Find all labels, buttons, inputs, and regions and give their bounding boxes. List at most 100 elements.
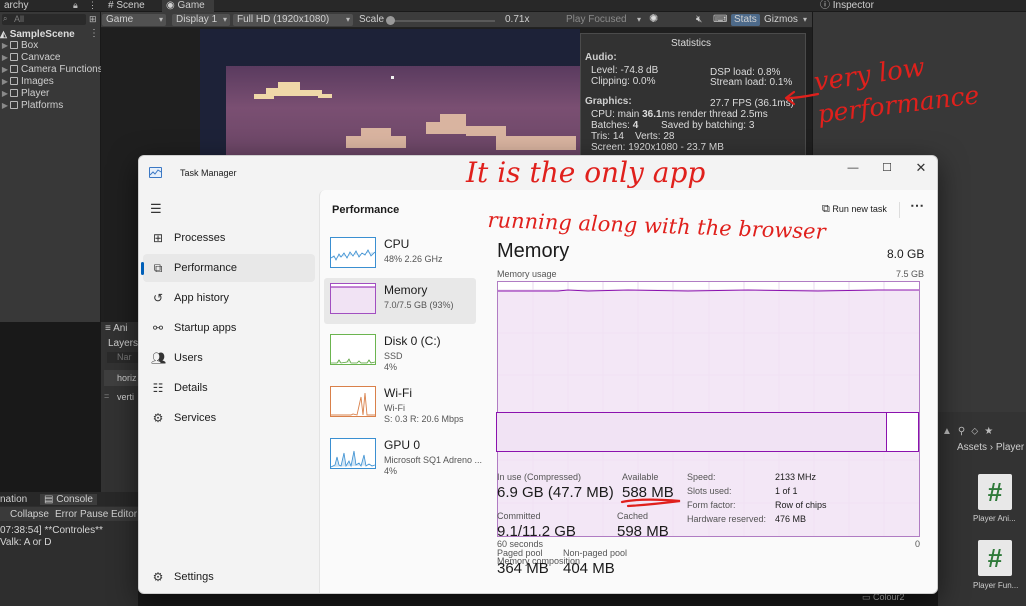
hierarchy-item[interactable]: ▶ Box [0, 40, 38, 52]
spec-key: Speed: [687, 472, 716, 482]
page-title: Performance [332, 204, 400, 216]
expand-arrow-icon[interactable]: ▶ [0, 88, 10, 100]
run-new-task-label: Run new task [832, 204, 887, 214]
gameobject-cube-icon [10, 41, 18, 49]
scene-row[interactable]: ◭ SampleScene [0, 28, 75, 40]
scene-menu-icon[interactable]: ⋮ [89, 28, 99, 39]
display-dropdown[interactable]: Display 1 [172, 14, 230, 26]
screen-readout: Screen: 1920x1080 - 23.7 MB [591, 142, 724, 153]
resource-detail: SSD [384, 351, 403, 361]
cached-label: Cached [617, 511, 649, 521]
memory-sparkline [330, 283, 376, 314]
hierarchy-create-icon[interactable]: ⊞ [89, 14, 97, 25]
expand-arrow-icon[interactable]: ▶ [0, 64, 10, 76]
scene-tab[interactable]: # Scene [104, 0, 145, 12]
project-toolbar-icons[interactable]: ▲⚲⬦★ [942, 426, 999, 437]
hierarchy-item[interactable]: ▶ Player [0, 88, 49, 100]
scale-slider[interactable] [389, 20, 495, 22]
memory-total: 8.0 GB [887, 247, 925, 261]
nav-processes[interactable]: ⊞ Processes [143, 224, 315, 252]
editor-dropdown[interactable]: Editor [111, 509, 137, 520]
resource-disk[interactable]: Disk 0 (C:) SSD 4% [324, 329, 476, 375]
console-log-line[interactable]: Valk: A or D [0, 537, 52, 548]
resolution-dropdown[interactable]: Full HD (1920x1080) [233, 14, 353, 26]
spec-key: Form factor: [687, 500, 736, 510]
nav-services[interactable]: ⚙ Services [143, 404, 315, 432]
nav-startup-apps[interactable]: ⚯ Startup apps [143, 314, 315, 342]
scene-name: SampleScene [9, 29, 75, 40]
project-breadcrumb[interactable]: Assets › Player [957, 442, 1024, 453]
search-icon: ⌕ [3, 14, 8, 23]
collapse-button[interactable]: Collapse [10, 509, 49, 520]
play-focused-dropdown[interactable]: Play Focused [562, 14, 644, 26]
animator-tab[interactable]: ≡ Ani [105, 323, 128, 334]
shortcuts-icon[interactable]: ⌨ [713, 14, 727, 26]
toolbar-divider [899, 202, 900, 218]
expand-arrow-icon[interactable]: ▶ [0, 100, 10, 112]
expand-arrow-icon[interactable]: ▶ [0, 40, 10, 52]
minimize-icon[interactable]: — [841, 162, 865, 174]
hierarchy-item[interactable]: ▶ Canvace [0, 52, 61, 64]
resource-wifi[interactable]: Wi-Fi Wi-Fi S: 0.3 R: 20.6 Mbps [324, 381, 476, 427]
resource-cpu[interactable]: CPU 48% 2.26 GHz [324, 232, 476, 278]
resource-memory[interactable]: Memory 7.0/7.5 GB (93%) [324, 278, 476, 324]
hierarchy-tab[interactable]: archy [0, 0, 28, 12]
console-log-line[interactable]: 07:38:54] **Controles** [0, 525, 103, 536]
error-pause-button[interactable]: Error Pause [55, 509, 108, 520]
committed-label: Committed [497, 511, 541, 521]
hierarchy-item[interactable]: ▶ Platforms [0, 100, 63, 112]
nav-app-history[interactable]: ↺ App history [143, 284, 315, 312]
asset-label[interactable]: Player Ani... [973, 514, 1016, 523]
asset-label[interactable]: Player Fun... [973, 581, 1018, 590]
inspector-tab[interactable]: ⓘ Inspector [816, 0, 874, 12]
hierarchy-menu-icon[interactable]: ⋮ [88, 0, 97, 11]
stats-button[interactable]: Stats [731, 14, 760, 26]
maximize-icon[interactable]: ☐ [875, 161, 899, 174]
gameobject-cube-icon [10, 65, 18, 73]
expand-arrow-icon[interactable]: ▶ [0, 76, 10, 88]
view-dropdown[interactable]: Game [102, 14, 166, 26]
hierarchy-item[interactable]: ▶ Camera Functions [0, 64, 103, 76]
layers-tab[interactable]: Layers [108, 338, 138, 349]
game-tab[interactable]: ◉ Game [162, 0, 214, 12]
hamburger-menu-icon[interactable]: ☰ [150, 201, 162, 217]
memory-title: Memory [497, 240, 570, 262]
nav-details[interactable]: ☷ Details [143, 374, 315, 402]
gameobject-cube-icon [10, 77, 18, 85]
nav-settings[interactable]: ⚙ Settings [143, 563, 315, 591]
expand-arrow-icon[interactable]: ▶ [0, 52, 10, 64]
resource-detail: Wi-Fi [384, 403, 405, 413]
hierarchy-item[interactable]: ▶ Images [0, 76, 54, 88]
nav-users[interactable]: 👥︎ Users [143, 344, 315, 372]
console-tab-label: Console [56, 494, 93, 505]
hierarchy-lock-icon[interactable]: 🔒︎ [73, 0, 78, 11]
script-asset-icon[interactable]: # [978, 540, 1012, 576]
performance-icon: ⧉ [153, 261, 163, 275]
gizmos-dropdown[interactable]: Gizmos [760, 14, 810, 26]
hierarchy-item-label: Images [21, 76, 54, 87]
parameter-horizontal[interactable]: horiz [104, 370, 138, 386]
script-asset-icon[interactable]: # [978, 474, 1012, 510]
resource-detail: 4% [384, 362, 398, 372]
console-tab[interactable]: ▤ Console [40, 494, 97, 505]
hierarchy-search[interactable]: All [2, 14, 86, 25]
scale-slider-handle[interactable] [386, 16, 395, 25]
nav-services-label: Services [174, 412, 217, 424]
task-manager-logo-icon [149, 167, 162, 178]
sun-icon[interactable]: ✺ [649, 13, 658, 25]
more-options-icon[interactable]: ⋯ [910, 197, 924, 214]
window-title: Task Manager [180, 168, 237, 178]
run-new-task-button[interactable]: ⧉ Run new task [816, 198, 893, 220]
star [391, 76, 394, 79]
parameter-search[interactable]: Nar [107, 352, 138, 363]
saved-by-batching: Saved by batching: 3 [661, 120, 755, 131]
spec-key: Slots used: [687, 486, 732, 496]
settings-gear-icon: ⚙ [152, 570, 164, 584]
close-icon[interactable]: ✕ [909, 160, 933, 176]
animation-tab[interactable]: nation [0, 494, 27, 505]
info-icon: ⓘ [820, 0, 830, 11]
resource-gpu[interactable]: GPU 0 Microsoft SQ1 Adreno ... 4% [324, 433, 482, 479]
mute-audio-icon[interactable]: 🔇︎ [696, 14, 702, 26]
nav-performance[interactable]: ⧉ Performance [141, 254, 315, 282]
hierarchy-item-label: Player [21, 88, 50, 99]
